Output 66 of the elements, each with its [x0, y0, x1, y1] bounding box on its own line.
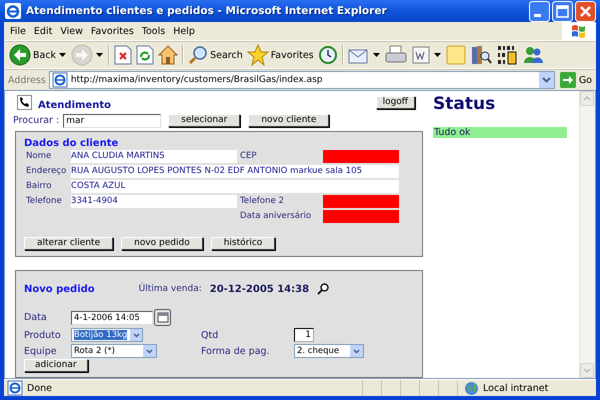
- panel-title: Novo pedido: [24, 284, 95, 294]
- client-action-button[interactable]: histórico: [210, 237, 276, 250]
- dropdown[interactable]: 2. cheque: [294, 344, 364, 358]
- menu-item[interactable]: Edit: [30, 26, 56, 36]
- search-icon[interactable]: [317, 283, 330, 295]
- calendar-icon[interactable]: [154, 309, 171, 326]
- close-icon[interactable]: [575, 0, 596, 22]
- address-field[interactable]: http://maxima/inventory/customers/BrasilGas/index.asp: [48, 71, 555, 89]
- panel-title: Dados do cliente: [24, 138, 120, 149]
- client-action-button[interactable]: novo pedido: [121, 237, 203, 250]
- field-label: Produto: [24, 330, 62, 340]
- toolbar-button[interactable]: Back: [8, 43, 58, 67]
- field-label: Telefone 2: [239, 195, 285, 208]
- caret-icon[interactable]: [59, 53, 66, 57]
- phone-handset-icon: [17, 95, 32, 110]
- search-action-button[interactable]: selecionar: [168, 114, 240, 127]
- quantity-field[interactable]: 1: [294, 328, 314, 342]
- field-label: Data: [24, 312, 48, 323]
- section-title: Atendimento: [38, 100, 111, 111]
- browser-logo-icon: [5, 3, 21, 19]
- field-value: COSTA AZUL: [71, 180, 399, 193]
- address-label: Address: [8, 74, 46, 86]
- field-label: Equipe: [24, 346, 58, 356]
- field-label: Forma de pag.: [201, 346, 271, 356]
- globe-icon: [464, 380, 479, 396]
- field-label: Telefone: [25, 195, 63, 208]
- status-text: Done: [27, 382, 52, 394]
- dropdown[interactable]: Botijão 13kg: [71, 328, 143, 342]
- field-label: Data aniversário: [239, 210, 312, 223]
- field-label: Qtd: [201, 330, 220, 340]
- toolbar-button[interactable]: Favorites: [246, 43, 315, 67]
- maximize-icon[interactable]: [552, 0, 573, 22]
- field-label: Endereço: [25, 165, 68, 178]
- last-sale-date: 20-12-2005 14:38: [210, 284, 310, 294]
- windows-flag-icon: [570, 23, 588, 39]
- logoff-button[interactable]: logoff: [376, 96, 415, 109]
- window-title: Atendimento clientes e pedidos - Microsoft Internet Explorer: [26, 5, 388, 17]
- field-label: Bairro: [25, 180, 53, 193]
- star-icon[interactable]: [246, 44, 269, 66]
- menu-item[interactable]: File: [6, 26, 30, 36]
- add-button[interactable]: adicionar: [24, 359, 88, 372]
- security-zone: Local intranet: [483, 382, 548, 394]
- page-icon: [52, 72, 68, 88]
- status-title: Status: [433, 94, 496, 114]
- field-value: RUA AUGUSTO LOPES PONTES N-02 EDF ANTONIO markue sala 105: [71, 165, 399, 178]
- field-label: Nome: [25, 150, 52, 163]
- status-message: Tudo ok: [433, 127, 567, 138]
- client-action-button[interactable]: alterar cliente: [24, 237, 114, 250]
- menu-item[interactable]: Favorites: [86, 26, 138, 36]
- go-button[interactable]: Go: [558, 72, 594, 88]
- dropdown[interactable]: Rota 2 (*): [71, 344, 157, 358]
- caret-icon[interactable]: [434, 53, 441, 57]
- menu-item[interactable]: View: [56, 26, 87, 36]
- field-label: CEP: [239, 150, 258, 163]
- field-value: ANA CLUDIA MARTINS: [71, 150, 237, 163]
- last-sale-label: Última venda:: [138, 284, 202, 294]
- search-action-button[interactable]: novo cliente: [248, 114, 330, 127]
- menu-item[interactable]: Help: [169, 26, 199, 36]
- minimize-icon[interactable]: [529, 0, 550, 22]
- search-label: Procurar :: [13, 115, 60, 126]
- field-value: 3341-4904: [71, 195, 237, 208]
- menu-item[interactable]: Tools: [138, 26, 170, 36]
- caret-icon[interactable]: [372, 53, 380, 57]
- date-field[interactable]: 4-1-2006 14:05: [71, 310, 153, 324]
- toolbar-button[interactable]: Search: [187, 43, 244, 67]
- search-field[interactable]: mar: [63, 114, 162, 128]
